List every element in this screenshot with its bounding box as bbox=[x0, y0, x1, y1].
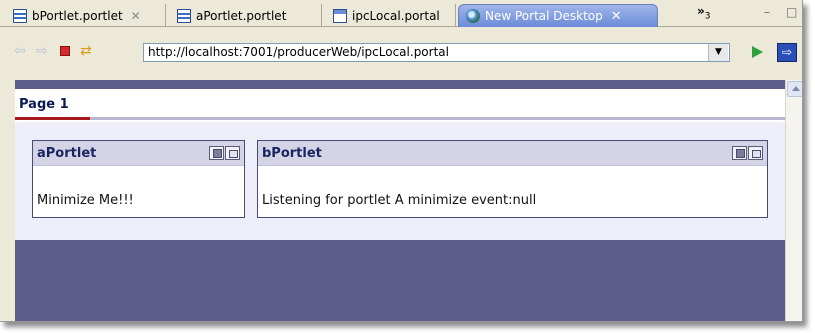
back-icon[interactable]: ⇦ bbox=[14, 43, 30, 59]
document-icon bbox=[177, 8, 191, 23]
tab-aportlet[interactable]: aPortlet.portlet bbox=[170, 4, 322, 27]
tab-label: aPortlet.portlet bbox=[196, 8, 287, 23]
overflow-chevron-icon: » bbox=[697, 4, 705, 18]
portlet-body-text: Minimize Me!!! bbox=[37, 193, 134, 208]
portlet-b: bPortlet Listening for portlet A minimiz… bbox=[257, 140, 768, 218]
portlet-header: aPortlet bbox=[33, 141, 244, 166]
editor-tab-strip: bPortlet.portlet ✕ aPortlet.portlet ipcL… bbox=[0, 0, 802, 27]
tab-label: ipcLocal.portal bbox=[352, 8, 440, 23]
minimize-icon[interactable]: – bbox=[764, 5, 770, 19]
portal-file-icon bbox=[333, 8, 347, 23]
close-icon[interactable]: ✕ bbox=[131, 9, 141, 23]
scroll-up-icon[interactable] bbox=[787, 81, 802, 97]
forward-icon[interactable]: ⇨ bbox=[36, 43, 52, 59]
portal-top-bar bbox=[15, 80, 785, 89]
globe-icon bbox=[466, 9, 480, 23]
eclipse-editor-window: bPortlet.portlet ✕ aPortlet.portlet ipcL… bbox=[0, 0, 803, 322]
portal-viewport: Page 1 aPortlet Minimize Me!!! bPortlet bbox=[15, 80, 785, 321]
page-tab-page-1[interactable]: Page 1 bbox=[19, 97, 69, 112]
portlet-header: bPortlet bbox=[258, 141, 767, 166]
go-icon[interactable] bbox=[752, 46, 763, 58]
maximize-icon[interactable]: □ bbox=[786, 5, 797, 19]
portlet-body-text: Listening for portlet A minimize event:n… bbox=[262, 193, 537, 208]
open-external-browser-icon[interactable]: ⇨ bbox=[777, 43, 797, 62]
minimize-portlet-button[interactable] bbox=[732, 146, 747, 160]
page-content: aPortlet Minimize Me!!! bPortlet Listeni… bbox=[15, 122, 785, 240]
browser-toolbar: ⇦ ⇨ ⇄ http://localhost:7001/producerWeb/… bbox=[0, 38, 802, 66]
overflow-count: 3 bbox=[704, 11, 711, 22]
tab-label: bPortlet.portlet bbox=[32, 8, 123, 23]
tab-ipclocal[interactable]: ipcLocal.portal bbox=[326, 4, 456, 27]
portlet-a: aPortlet Minimize Me!!! bbox=[32, 140, 245, 218]
page-tab-underline bbox=[15, 117, 785, 120]
chevron-down-icon[interactable]: ▼ bbox=[708, 44, 728, 61]
close-icon[interactable]: ✕ bbox=[611, 9, 622, 24]
minimize-portlet-button[interactable] bbox=[209, 146, 224, 160]
refresh-icon[interactable]: ⇄ bbox=[80, 43, 96, 59]
page-tab-bar: Page 1 bbox=[15, 89, 785, 122]
tab-label: New Portal Desktop bbox=[485, 9, 603, 23]
maximize-portlet-button[interactable] bbox=[225, 146, 240, 160]
tab-overflow-indicator[interactable]: »3 bbox=[697, 4, 711, 21]
vertical-scrollbar[interactable] bbox=[785, 80, 802, 321]
maximize-portlet-button[interactable] bbox=[748, 146, 763, 160]
document-icon bbox=[13, 8, 27, 23]
url-input[interactable]: http://localhost:7001/producerWeb/ipcLoc… bbox=[143, 43, 730, 62]
portlet-title: aPortlet bbox=[37, 146, 97, 161]
portlet-title: bPortlet bbox=[262, 146, 322, 161]
active-page-indicator bbox=[15, 117, 90, 120]
stop-icon[interactable] bbox=[60, 46, 70, 56]
tab-bportlet[interactable]: bPortlet.portlet ✕ bbox=[6, 4, 166, 27]
tab-new-portal-desktop[interactable]: New Portal Desktop ✕ bbox=[458, 4, 658, 27]
